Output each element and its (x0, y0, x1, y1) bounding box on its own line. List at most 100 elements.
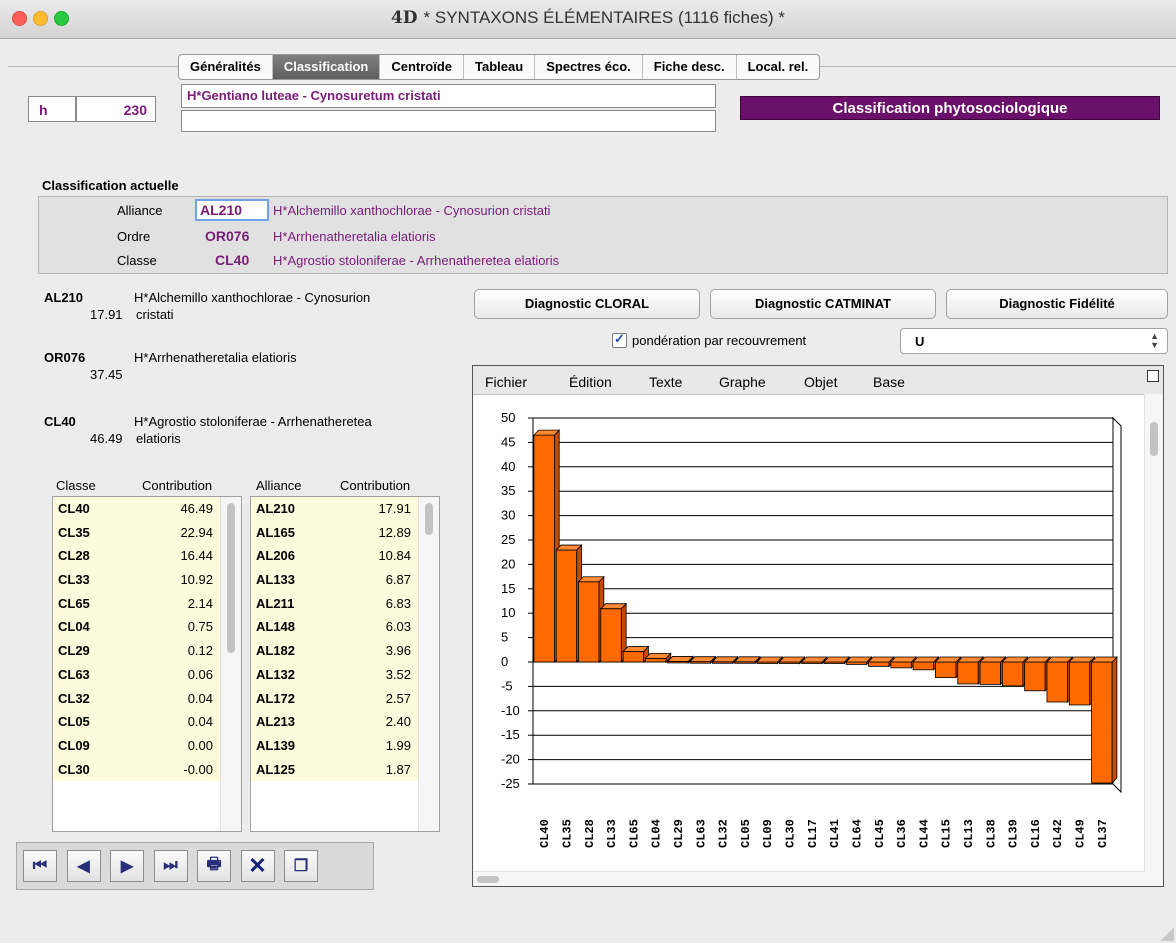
tab-centro-de[interactable]: Centroïde (380, 55, 465, 79)
previous-record-button[interactable]: ◀ (66, 850, 101, 882)
y-tick-label: 5 (501, 630, 508, 645)
current-classification-heading: Classification actuelle (42, 178, 179, 193)
tab-spectres-co[interactable]: Spectres éco. (535, 55, 643, 79)
item-code: CL40 (58, 501, 90, 516)
list-item[interactable]: CL09 0.00 (53, 733, 241, 758)
ordre-name: H*Arrhenatheretalia elatioris (273, 229, 436, 244)
y-tick-label: -5 (501, 678, 513, 693)
classes-col-header: Classe (56, 478, 96, 493)
list-item[interactable]: AL213 2.40 (251, 710, 439, 734)
y-tick-label: 40 (501, 459, 515, 474)
ordre-code[interactable]: OR076 (205, 228, 249, 244)
ponderation-option[interactable]: ✓ pondération par recouvrement (612, 331, 806, 348)
record-number-field[interactable]: 230 (76, 96, 156, 122)
ponderation-checkbox[interactable]: ✓ (612, 331, 627, 348)
list-item[interactable]: AL132 3.52 (251, 662, 439, 687)
scrollbar-thumb[interactable] (1150, 422, 1158, 456)
classes-list-scrollbar[interactable] (220, 497, 241, 831)
x-tick-label: CL38 (984, 819, 998, 848)
record-prefix-field[interactable]: h (28, 96, 76, 122)
list-item[interactable]: AL210 17.91 (251, 497, 439, 521)
bar-top-CL37 (1090, 656, 1118, 663)
list-item[interactable]: CL35 22.94 (53, 520, 241, 545)
tab-tableau[interactable]: Tableau (464, 55, 536, 79)
diagnostic-cloral-button[interactable]: Diagnostic CLORAL (474, 289, 700, 319)
scrollbar-thumb[interactable] (227, 503, 235, 653)
item-contribution: 0.00 (187, 737, 213, 753)
classes-contribution-header: Contribution (142, 478, 213, 493)
scrollbar-thumb[interactable] (477, 876, 499, 883)
last-record-button[interactable]: ⏭ (153, 850, 188, 882)
tab-classification[interactable]: Classification (272, 55, 381, 79)
item-contribution: 2.14 (187, 595, 213, 611)
tab-g-n-ralit-s[interactable]: Généralités (179, 55, 273, 79)
list-item[interactable]: CL05 0.04 (53, 710, 241, 734)
chart-menu-0[interactable]: Fichier (485, 374, 527, 390)
list-item[interactable]: CL30 -0.00 (53, 757, 241, 782)
checkmark-icon: ✓ (614, 331, 625, 346)
list-item[interactable]: AL139 1.99 (251, 733, 439, 758)
resize-grip-icon[interactable] (1160, 927, 1174, 941)
item-code: CL33 (58, 572, 90, 588)
alliances-contribution-list[interactable]: AL210 17.91 AL165 12.89 AL206 10.84 AL133 6.87 A… (250, 496, 440, 832)
ordre-label: Ordre (117, 229, 151, 244)
list-item[interactable]: CL40 46.49 (53, 497, 241, 521)
scrollbar-thumb[interactable] (425, 503, 433, 535)
item-contribution: 1.99 (385, 737, 411, 753)
filter-select[interactable]: U ▲ ▼ (900, 328, 1168, 354)
delete-button[interactable]: ✕ (240, 850, 275, 882)
list-item[interactable]: CL28 16.44 (53, 544, 241, 569)
classes-contribution-list[interactable]: CL40 46.49 CL35 22.94 CL28 16.44 CL33 10.92 CL65… (52, 496, 242, 832)
syntaxon-name-field[interactable]: H*Gentiano luteae - Cynosuretum cristati (181, 84, 716, 108)
y-tick-label: 20 (501, 556, 515, 571)
list-item[interactable]: AL211 6.83 (251, 591, 439, 616)
list-item[interactable]: CL63 0.06 (53, 662, 241, 687)
print-button[interactable]: 🖶 (197, 850, 231, 882)
y-tick-label: 25 (501, 532, 515, 547)
item-code: AL172 (256, 690, 296, 706)
tab-local-rel[interactable]: Local. rel. (737, 55, 820, 79)
item-contribution: -0.00 (183, 761, 213, 777)
list-item[interactable]: CL33 10.92 (53, 568, 241, 592)
diagnostic-catminat-button[interactable]: Diagnostic CATMINAT (710, 289, 936, 319)
list-item[interactable]: CL04 0.75 (53, 615, 241, 640)
list-item[interactable]: AL165 12.89 (251, 520, 439, 545)
x-tick-label: CL39 (1007, 819, 1021, 848)
x-tick-label: CL41 (828, 819, 842, 848)
classe-name: H*Agrostio stoloniferae - Arrhenatherete… (273, 253, 560, 268)
bar-top-CL05 (733, 656, 761, 663)
list-item[interactable]: AL206 10.84 (251, 544, 439, 569)
first-record-button[interactable]: ⏮ (23, 850, 57, 882)
chart-vertical-scrollbar[interactable] (1144, 394, 1163, 886)
next-record-button[interactable]: ▶ (110, 850, 144, 882)
syntaxon-name-secondary-field[interactable] (181, 110, 716, 132)
chart-menu-3[interactable]: Graphe (719, 374, 766, 390)
chart-menu-4[interactable]: Objet (804, 374, 837, 390)
list-item[interactable]: CL65 2.14 (53, 591, 241, 616)
chart-menu-2[interactable]: Texte (649, 374, 682, 390)
item-contribution: 46.49 (180, 501, 213, 516)
duplicate-button[interactable]: ❐ (284, 850, 318, 882)
duplicate-icon: ❐ (293, 858, 309, 875)
item-contribution: 10.84 (378, 548, 411, 564)
item-contribution: 12.89 (378, 524, 411, 540)
tab-fiche-desc[interactable]: Fiche desc. (643, 55, 737, 79)
chart-menu-bar: Fichier Édition Texte Graphe Objet Base (473, 366, 1163, 395)
chart-menu-5[interactable]: Base (873, 374, 905, 390)
list-item[interactable]: AL172 2.57 (251, 686, 439, 711)
list-item[interactable]: CL29 0.12 (53, 639, 241, 663)
list-item[interactable]: AL148 6.03 (251, 615, 439, 640)
bar-CL65 (622, 651, 645, 663)
x-tick-label: CL17 (806, 819, 820, 848)
list-item[interactable]: AL182 3.96 (251, 639, 439, 663)
list-item[interactable]: AL133 6.87 (251, 568, 439, 592)
chart-menu-1[interactable]: Édition (569, 374, 612, 390)
diagnostic-fidelite-button[interactable]: Diagnostic Fidélité (946, 289, 1168, 319)
chart-options-icon[interactable] (1147, 370, 1159, 382)
list-item[interactable]: AL125 1.87 (251, 757, 439, 782)
classe-code[interactable]: CL40 (215, 252, 249, 268)
alliances-list-scrollbar[interactable] (418, 497, 439, 831)
alliance-code-input[interactable]: AL210 (195, 199, 269, 221)
list-item[interactable]: CL32 0.04 (53, 686, 241, 711)
chart-horizontal-scrollbar[interactable] (473, 871, 1145, 886)
